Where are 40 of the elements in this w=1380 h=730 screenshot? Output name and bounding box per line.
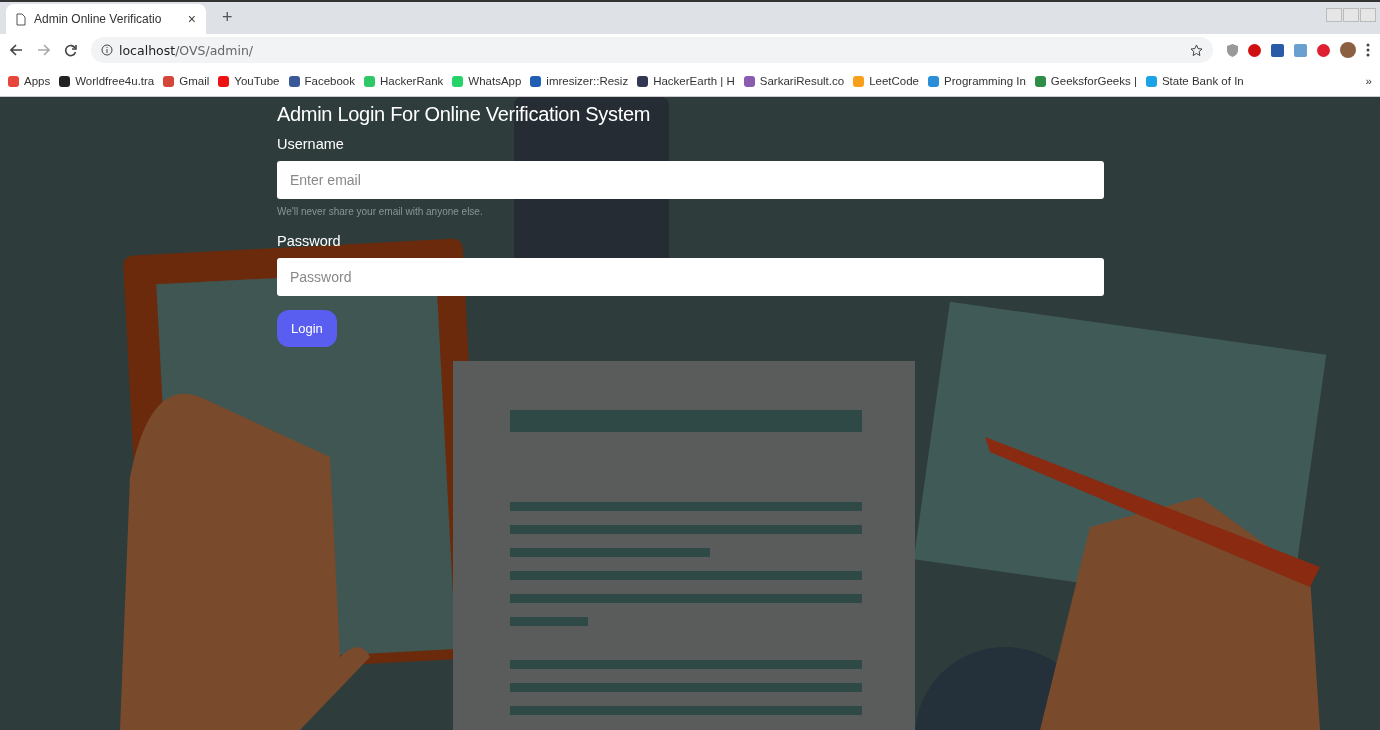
reload-icon[interactable] <box>64 43 77 57</box>
bookmark[interactable]: HackerRank <box>364 75 444 87</box>
bookmark[interactable]: Gmail <box>163 75 210 87</box>
extension-icon[interactable] <box>1294 43 1307 57</box>
page-title: Admin Login For Online Verification System <box>277 103 652 126</box>
bookmark[interactable]: WhatsApp <box>452 75 522 87</box>
close-tab-button[interactable]: × <box>187 11 196 27</box>
email-field[interactable]: Enter email <box>277 161 1104 199</box>
extension-icon[interactable] <box>1248 43 1261 57</box>
page-icon <box>16 12 26 26</box>
more-bookmarks-button[interactable]: » <box>1365 75 1372 87</box>
bookmark[interactable]: Programming In <box>928 75 1026 87</box>
field-label: Password <box>277 233 342 249</box>
star-icon[interactable] <box>1190 43 1203 57</box>
field-label: Username <box>277 136 345 152</box>
bookmark[interactable]: Apps <box>8 75 51 87</box>
bookmark[interactable]: State Bank of In <box>1145 75 1244 87</box>
info-icon <box>101 44 113 56</box>
bookmark[interactable]: SarkariResult.co <box>743 75 845 87</box>
back-icon[interactable] <box>10 44 23 56</box>
extension-icon[interactable] <box>1317 43 1330 57</box>
extension-icon[interactable] <box>1271 43 1284 57</box>
avatar-icon[interactable] <box>1340 42 1356 58</box>
menu-icon[interactable] <box>1366 43 1370 57</box>
bookmark[interactable]: Worldfree4u.tra <box>59 75 155 87</box>
bookmark[interactable]: imresizer::Resiz <box>530 75 629 87</box>
tab-title: Admin Online Verificatio <box>34 12 163 26</box>
login-button[interactable]: Login <box>277 310 337 347</box>
bookmark[interactable]: LeetCode <box>853 75 919 87</box>
browser-tab[interactable]: Admin Online Verificatio × <box>6 4 206 34</box>
bookmark[interactable]: GeeksforGeeks | <box>1034 75 1137 87</box>
bookmark[interactable]: YouTube <box>218 75 280 87</box>
help-text: We'll never share your email with anyone else. <box>277 206 484 217</box>
url-text: localhost/OVS/admin/ <box>119 42 254 58</box>
shield-icon[interactable] <box>1227 43 1238 57</box>
password-field[interactable]: Password <box>277 258 1104 296</box>
address-bar[interactable]: localhost/OVS/admin/ <box>91 37 1213 63</box>
bookmark[interactable]: Facebook <box>288 75 355 87</box>
bookmark[interactable]: HackerEarth | H <box>637 75 735 87</box>
new-tab-button[interactable]: + <box>216 6 239 29</box>
